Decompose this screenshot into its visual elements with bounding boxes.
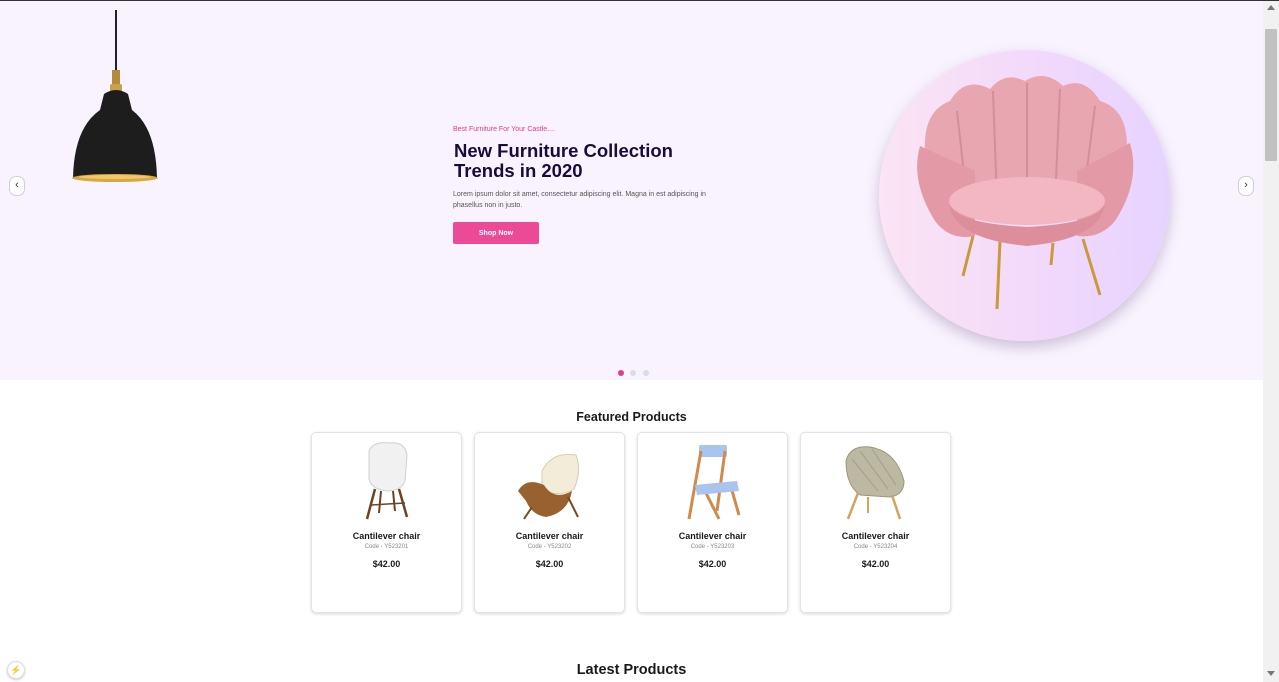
pink-armchair-image: [917, 76, 1134, 310]
white-shell-chair-image: [365, 442, 409, 520]
scroll-up-arrow-icon[interactable]: [1267, 5, 1275, 10]
scroll-down-arrow-icon[interactable]: [1267, 671, 1275, 676]
carousel-dot-3[interactable]: [642, 370, 649, 376]
wooden-lounge-chair-image: [518, 453, 580, 520]
scrollbar-thumb[interactable]: [1265, 29, 1277, 161]
hero-description: Lorem ipsum dolor sit amet, consectetur …: [453, 191, 706, 209]
carousel-next-button[interactable]: ›: [1238, 176, 1254, 196]
product-code: Code - Y523204: [853, 544, 898, 550]
product-card[interactable]: Cantilever chair Code - Y523203 $42.00: [637, 432, 788, 613]
product-price: $42.00: [698, 559, 727, 569]
product-code: Code - Y523201: [364, 544, 409, 550]
hero-title: New Furniture Collection Trends in 2020: [454, 140, 673, 181]
product-card[interactable]: Cantilever chair Code - Y523204 $42.00: [800, 432, 951, 613]
product-name: Cantilever chair: [352, 531, 421, 541]
product-price: $42.00: [372, 559, 401, 569]
product-name: Cantilever chair: [841, 531, 910, 541]
pendant-lamp-image: [72, 10, 158, 182]
carousel-dot-1[interactable]: [618, 370, 624, 376]
shop-now-button[interactable]: Shop Now: [453, 222, 539, 244]
featured-products-title: Featured Products: [576, 410, 687, 425]
product-code: Code - Y523202: [527, 544, 572, 550]
product-card[interactable]: Cantilever chair Code - Y523201 $42.00: [311, 432, 462, 613]
product-name: Cantilever chair: [515, 531, 584, 541]
lightning-icon[interactable]: ⚡: [7, 661, 25, 679]
latest-products-title: Latest Products: [576, 662, 687, 679]
product-name: Cantilever chair: [678, 531, 747, 541]
carousel-dot-2[interactable]: [630, 370, 637, 376]
product-code: Code - Y523203: [690, 544, 735, 550]
product-price: $42.00: [861, 559, 890, 569]
product-price: $42.00: [535, 559, 564, 569]
product-card[interactable]: Cantilever chair Code - Y523202 $42.00: [474, 432, 625, 613]
blue-seat-wooden-chair-image: [687, 445, 741, 520]
woven-lounge-chair-image: [845, 446, 905, 520]
carousel-prev-button[interactable]: ‹: [9, 176, 25, 196]
vertical-scrollbar[interactable]: [1263, 1, 1279, 682]
hero-carousel: ‹ › Best Furniture For Your Castle.... N…: [0, 1, 1263, 380]
carousel-dots: [618, 363, 651, 380]
hero-eyebrow: Best Furniture For Your Castle....: [453, 126, 555, 133]
hero-text-block: Best Furniture For Your Castle.... New F…: [453, 126, 733, 244]
